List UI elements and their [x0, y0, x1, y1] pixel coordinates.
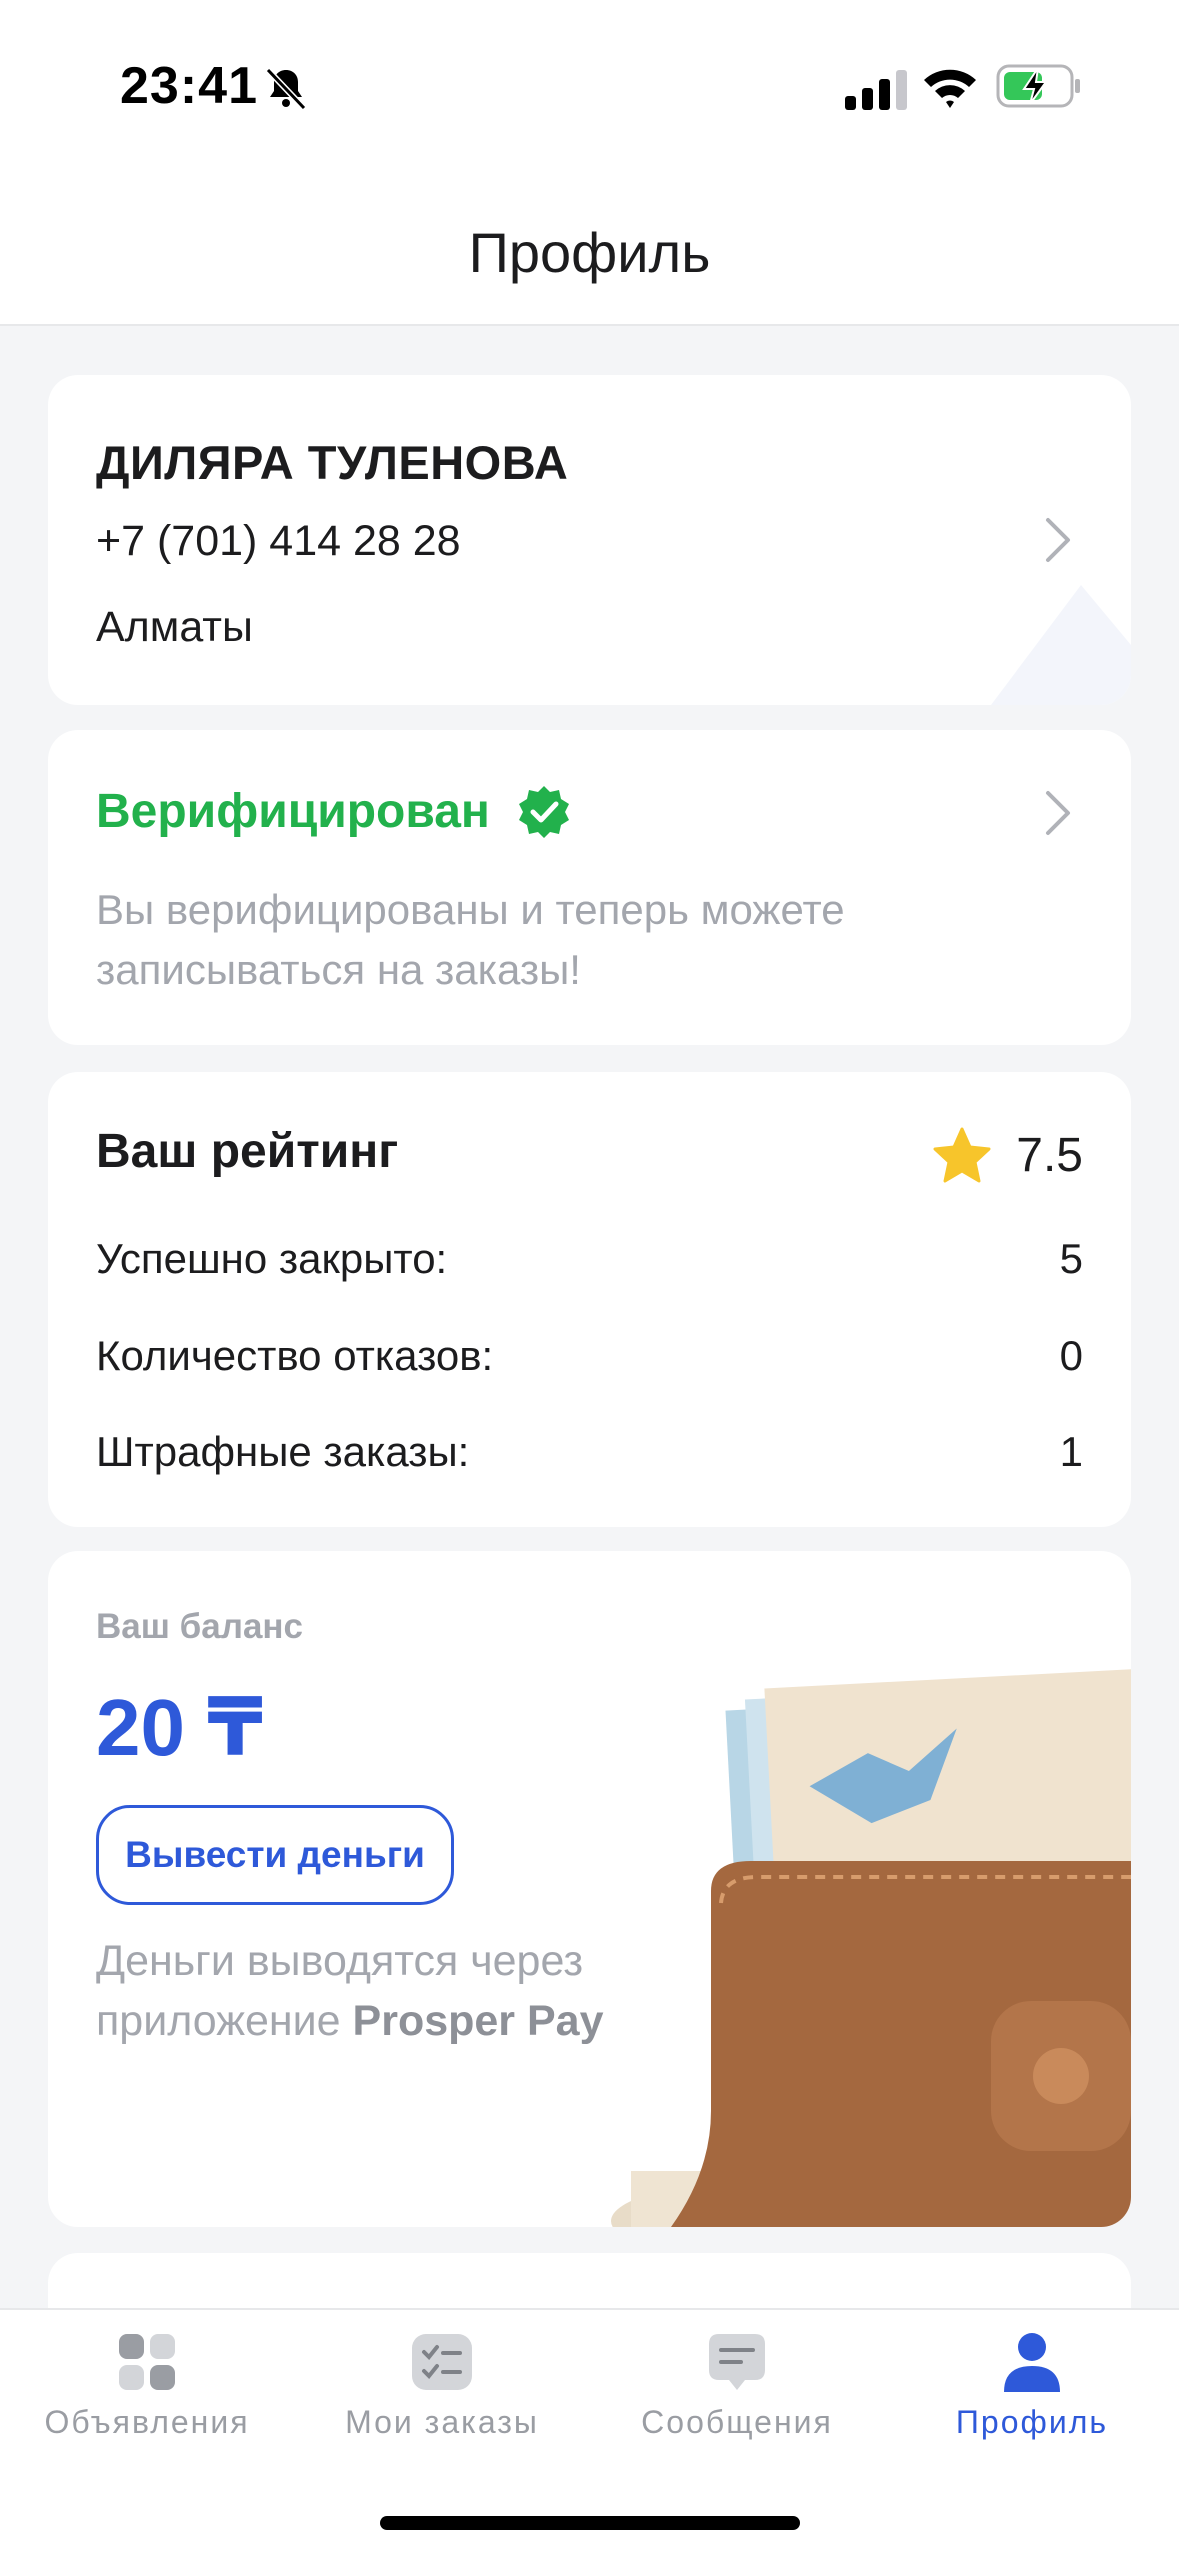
balance-note: Деньги выводятся через приложение Prospe…: [96, 1931, 656, 2051]
grid-icon: [119, 2334, 175, 2390]
verified-badge-icon: [519, 786, 569, 838]
tab-messages[interactable]: Сообщения: [590, 2330, 884, 2450]
battery-charging-icon: [996, 64, 1080, 108]
rating-title: Ваш рейтинг: [96, 1125, 399, 1178]
verification-status: Верифицирован: [96, 785, 490, 838]
wallet-with-money-image: [611, 1666, 1131, 2227]
mountain-decoration: [991, 585, 1131, 705]
tab-label: Объявления: [44, 2404, 250, 2440]
chat-icon: [709, 2334, 765, 2390]
balance-value: 20 ₸: [96, 1683, 263, 1772]
stat-value: 5: [1059, 1235, 1083, 1282]
verification-description: Вы верифицированы и теперь можете записы…: [96, 886, 845, 993]
rating-value: 7.5: [1016, 1129, 1083, 1182]
stat-value: 1: [1059, 1428, 1083, 1475]
rating-card: Ваш рейтинг 7.5 Успешно закрыто: 5 Колич…: [48, 1072, 1131, 1527]
stat-label: Успешно закрыто:: [96, 1235, 448, 1282]
chevron-right-icon: [1046, 791, 1070, 835]
tab-label: Сообщения: [641, 2404, 833, 2440]
checklist-icon: [412, 2334, 472, 2390]
user-phone: +7 (701) 414 28 28: [96, 517, 461, 565]
home-indicator: [380, 2516, 800, 2530]
balance-note-app-name: Prosper Pay: [352, 1997, 604, 2045]
wifi-icon: [924, 69, 976, 108]
tab-label: Профиль: [955, 2404, 1109, 2440]
page-title: Профиль: [468, 221, 711, 284]
profile-icon: [1004, 2333, 1060, 2392]
balance-card: Ваш баланс 20 ₸ Вывести деньги Деньги вы…: [48, 1551, 1131, 2227]
stat-value: 0: [1059, 1332, 1083, 1379]
balance-label: Ваш баланс: [96, 1607, 304, 1646]
user-city: Алматы: [96, 603, 253, 651]
status-time: 23:41: [120, 57, 258, 115]
stat-label: Количество отказов:: [96, 1332, 494, 1379]
bell-muted-icon: [265, 67, 307, 111]
user-name: ДИЛЯРА ТУЛЕНОВА: [96, 436, 569, 489]
stat-label: Штрафные заказы:: [96, 1428, 470, 1475]
signal-icon: [845, 70, 907, 110]
star-icon: [933, 1127, 991, 1183]
user-card[interactable]: ДИЛЯРА ТУЛЕНОВА +7 (701) 414 28 28 Алмат…: [48, 375, 1131, 705]
tab-profile[interactable]: Профиль: [885, 2330, 1179, 2450]
tab-my-orders[interactable]: Мои заказы: [295, 2330, 589, 2450]
chevron-right-icon: [1046, 518, 1070, 562]
status-bar: 23:41: [0, 0, 1179, 170]
page-header: Профиль: [0, 170, 1179, 326]
verification-card[interactable]: Верифицирован Вы верифицированы и теперь…: [48, 730, 1131, 1045]
tab-label: Мои заказы: [345, 2404, 539, 2440]
withdraw-money-button[interactable]: Вывести деньги: [96, 1805, 454, 1905]
tab-ads[interactable]: Объявления: [0, 2330, 294, 2450]
